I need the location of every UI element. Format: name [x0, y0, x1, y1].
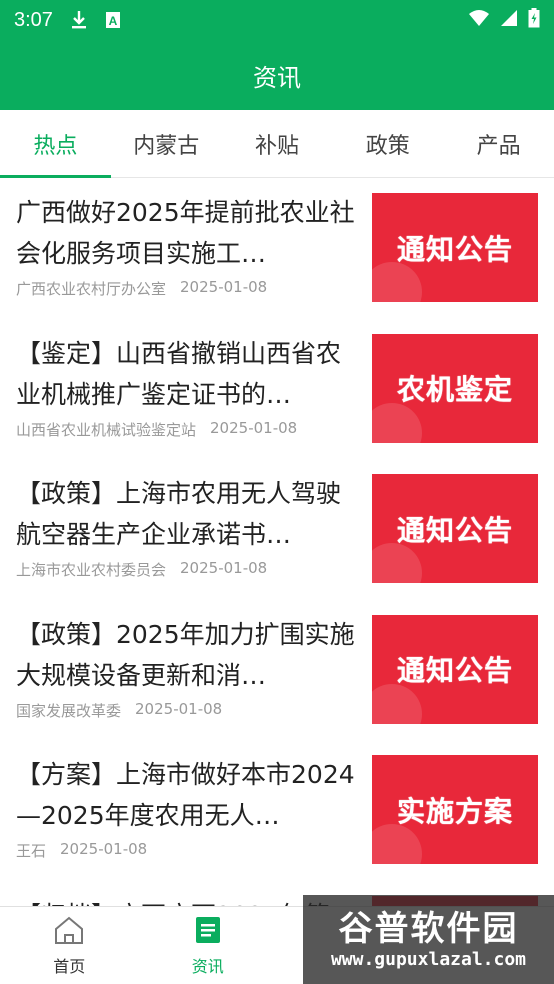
- thumbnail-label: 通知公告: [396, 232, 513, 266]
- news-thumbnail: 通知公告: [372, 614, 538, 724]
- news-thumbnail: 通知公告: [372, 474, 538, 583]
- tab-inner-mongolia[interactable]: 内蒙古: [111, 110, 222, 178]
- thumbnail-label: 实施方案: [396, 794, 513, 828]
- news-source: 国家发展改革委: [16, 701, 122, 720]
- news-thumbnail: 农机鉴定: [372, 333, 538, 443]
- svg-text:A: A: [109, 14, 118, 28]
- news-thumbnail: 实施方案: [372, 755, 538, 864]
- news-date: 2025-01-08: [180, 278, 268, 296]
- news-title: 【方案】上海市做好本市2024—2025年度农用无人…: [16, 760, 355, 830]
- news-thumbnail: 通知公告: [372, 193, 538, 302]
- app-bar: 资讯: [0, 40, 554, 110]
- download-icon: [71, 10, 87, 30]
- news-item[interactable]: 【鉴定】山西省撤销山西省农业机械推广鉴定证书的… 山西省农业机械试验鉴定站 20…: [0, 319, 554, 460]
- news-source: 山西省农业机械试验鉴定站: [16, 420, 197, 439]
- signal-icon: [500, 9, 518, 31]
- a-box-icon: A: [105, 11, 121, 29]
- news-item[interactable]: 【政策】上海市农用无人驾驶航空器生产企业承诺书… 上海市农业农村委员会 2025…: [0, 459, 554, 600]
- watermark-title: 谷普软件园: [338, 909, 519, 949]
- nav-home[interactable]: 首页: [0, 907, 139, 984]
- news-title: 【政策】上海市农用无人驾驶航空器生产企业承诺书…: [16, 479, 342, 549]
- tab-subsidy[interactable]: 补贴: [222, 110, 333, 178]
- news-source: 上海市农业农村委员会: [16, 561, 167, 579]
- news-item[interactable]: 【方案】上海市做好本市2024—2025年度农用无人… 王石 2025-01-0…: [0, 740, 554, 881]
- news-title: 广西做好2025年提前批农业社会化服务项目实施工…: [16, 198, 355, 268]
- tab-products[interactable]: 产品: [443, 110, 554, 178]
- news-source: 王石: [16, 842, 47, 860]
- news-list: 广西做好2025年提前批农业社会化服务项目实施工… 广西农业农村厅办公室 202…: [0, 178, 554, 906]
- status-time: 3:07: [14, 8, 53, 31]
- news-icon: [194, 915, 222, 949]
- news-title: 【鉴定】山西省撤销山西省农业机械推广鉴定证书的…: [16, 338, 342, 409]
- news-date: 2025-01-08: [135, 699, 223, 718]
- battery-icon: [528, 8, 540, 32]
- thumbnail-label: 通知公告: [396, 654, 513, 687]
- nav-news-label: 资讯: [191, 956, 224, 976]
- wifi-icon: [468, 9, 490, 31]
- thumbnail-label: 通知公告: [396, 513, 513, 547]
- nav-home-label: 首页: [53, 956, 86, 976]
- news-date: 2025-01-08: [60, 840, 148, 858]
- category-tabs: 热点 内蒙古 补贴 政策 产品: [0, 110, 554, 178]
- status-bar: 3:07 A: [0, 0, 554, 40]
- page-title: 资讯: [253, 63, 301, 92]
- news-date: 2025-01-08: [210, 418, 298, 437]
- news-title: 【政策】2025年加力扩围实施大规模设备更新和消…: [16, 619, 355, 690]
- watermark-logo: 谷普软件园 www.gupuxlazal.com: [303, 895, 554, 984]
- news-item[interactable]: 【政策】2025年加力扩围实施大规模设备更新和消… 国家发展改革委 2025-0…: [0, 600, 554, 741]
- tab-hot[interactable]: 热点: [0, 110, 111, 178]
- nav-news[interactable]: 资讯: [139, 907, 278, 984]
- home-icon: [53, 915, 85, 949]
- watermark-url: www.gupuxlazal.com: [330, 949, 527, 970]
- tab-policy[interactable]: 政策: [332, 110, 443, 178]
- news-item[interactable]: 广西做好2025年提前批农业社会化服务项目实施工… 广西农业农村厅办公室 202…: [0, 178, 554, 319]
- thumbnail-label: 农机鉴定: [396, 373, 513, 406]
- news-date: 2025-01-08: [180, 559, 268, 577]
- news-source: 广西农业农村厅办公室: [16, 280, 167, 298]
